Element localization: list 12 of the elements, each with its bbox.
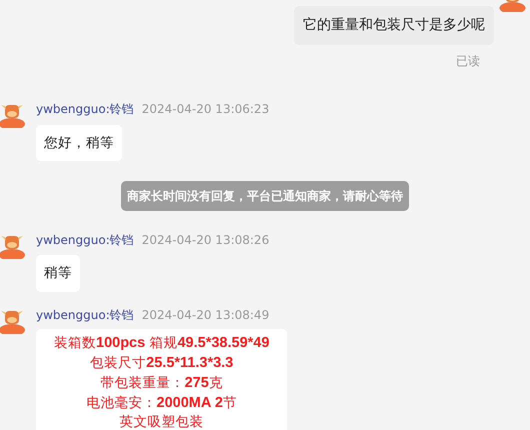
timestamp: 2024-04-20 13:06:23 (142, 102, 270, 116)
sender-name: ywbengguo:铃铛 (36, 102, 134, 116)
message-bubble: 它的重量和包装尺寸是多少呢 (294, 6, 494, 45)
sender-name: ywbengguo:铃铛 (36, 232, 134, 247)
timestamp: 2024-04-20 13:08:49 (142, 308, 270, 322)
system-notice: 商家长时间没有回复，平台已通知商家，请耐心等待 (121, 180, 409, 211)
read-status: 已读 (456, 53, 480, 70)
message-bubble: 装箱数100pcs 箱规49.5*38.59*49 包装尺寸25.5*11.3*3.3 带包装重量：275克 电池毫安：2000MA 2节 英文吸塑包装 (36, 329, 288, 430)
sender-name: ywbengguo:铃铛 (36, 308, 134, 322)
message-bubble: 稍等 (36, 255, 80, 292)
timestamp: 2024-04-20 13:08:26 (142, 232, 270, 247)
message-bubble: 您好，稍等 (36, 124, 122, 161)
